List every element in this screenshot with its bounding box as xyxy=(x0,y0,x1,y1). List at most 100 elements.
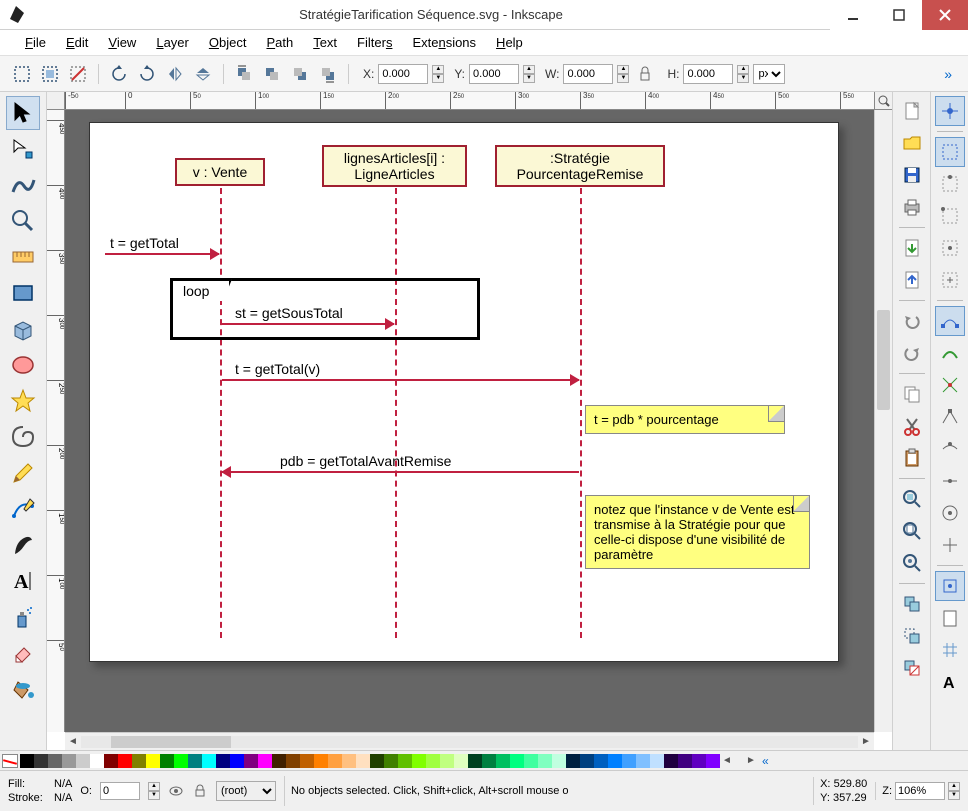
menu-filters[interactable]: Filters xyxy=(347,32,402,53)
spiral-tool[interactable] xyxy=(6,420,40,454)
color-swatch[interactable] xyxy=(426,754,440,768)
color-swatch[interactable] xyxy=(594,754,608,768)
color-swatch[interactable] xyxy=(160,754,174,768)
h-input[interactable] xyxy=(683,64,733,84)
flip-h-icon[interactable] xyxy=(163,62,187,86)
color-swatch[interactable] xyxy=(76,754,90,768)
bezier-tool[interactable] xyxy=(6,492,40,526)
color-swatch[interactable] xyxy=(538,754,552,768)
color-swatch[interactable] xyxy=(398,754,412,768)
color-swatch[interactable] xyxy=(328,754,342,768)
snap-cusp-icon[interactable] xyxy=(935,402,965,432)
snap-midpoint-icon[interactable] xyxy=(935,466,965,496)
clone-icon[interactable] xyxy=(897,621,927,651)
color-swatch[interactable] xyxy=(132,754,146,768)
y-input[interactable] xyxy=(469,64,519,84)
copy-icon[interactable] xyxy=(897,379,927,409)
color-swatch[interactable] xyxy=(440,754,454,768)
menu-text[interactable]: Text xyxy=(303,32,347,53)
select-all-icon[interactable] xyxy=(38,62,62,86)
zoom-page-icon[interactable] xyxy=(897,516,927,546)
palette-right-arrow[interactable]: ► xyxy=(744,755,758,766)
color-swatch[interactable] xyxy=(244,754,258,768)
undo-icon[interactable] xyxy=(897,306,927,336)
color-swatch[interactable] xyxy=(468,754,482,768)
ellipse-tool[interactable] xyxy=(6,348,40,382)
color-swatch[interactable] xyxy=(216,754,230,768)
h-spinner[interactable]: ▲▼ xyxy=(737,65,749,83)
selector-tool[interactable] xyxy=(6,96,40,130)
menu-help[interactable]: Help xyxy=(486,32,533,53)
redo-icon[interactable] xyxy=(897,338,927,368)
color-swatch[interactable] xyxy=(272,754,286,768)
color-swatch[interactable] xyxy=(370,754,384,768)
unlink-clone-icon[interactable] xyxy=(897,653,927,683)
color-swatch[interactable] xyxy=(692,754,706,768)
palette-menu-icon[interactable]: « xyxy=(758,754,773,768)
measure-tool[interactable] xyxy=(6,240,40,274)
snap-smooth-icon[interactable] xyxy=(935,434,965,464)
color-swatch[interactable] xyxy=(118,754,132,768)
color-swatch[interactable] xyxy=(104,754,118,768)
minimize-button[interactable] xyxy=(830,0,876,30)
snap-bbox-icon[interactable] xyxy=(935,137,965,167)
node-tool[interactable] xyxy=(6,132,40,166)
color-swatch[interactable] xyxy=(678,754,692,768)
lock-aspect-icon[interactable] xyxy=(633,62,657,86)
save-doc-icon[interactable] xyxy=(897,160,927,190)
deselect-icon[interactable] xyxy=(66,62,90,86)
snap-enable-icon[interactable] xyxy=(935,96,965,126)
color-swatch[interactable] xyxy=(524,754,538,768)
color-swatch[interactable] xyxy=(202,754,216,768)
color-swatch[interactable] xyxy=(384,754,398,768)
spray-tool[interactable] xyxy=(6,600,40,634)
menu-edit[interactable]: Edit xyxy=(56,32,98,53)
menu-file[interactable]: File xyxy=(15,32,56,53)
color-swatch[interactable] xyxy=(34,754,48,768)
color-swatch[interactable] xyxy=(20,754,34,768)
color-swatch[interactable] xyxy=(174,754,188,768)
zoom-fit-icon[interactable] xyxy=(874,92,892,110)
duplicate-icon[interactable] xyxy=(897,589,927,619)
color-swatch[interactable] xyxy=(496,754,510,768)
export-icon[interactable] xyxy=(897,265,927,295)
menu-extensions[interactable]: Extensions xyxy=(402,32,486,53)
snap-guide-icon[interactable]: A xyxy=(935,667,965,697)
color-swatch[interactable] xyxy=(342,754,356,768)
open-doc-icon[interactable] xyxy=(897,128,927,158)
snap-bbox-corner-icon[interactable] xyxy=(935,201,965,231)
import-icon[interactable] xyxy=(897,233,927,263)
bucket-tool[interactable] xyxy=(6,672,40,706)
pencil-tool[interactable] xyxy=(6,456,40,490)
no-fill-swatch[interactable] xyxy=(2,754,18,768)
color-swatch[interactable] xyxy=(314,754,328,768)
zoom-spinner[interactable]: ▲▼ xyxy=(948,782,960,800)
text-tool[interactable]: A xyxy=(6,564,40,598)
snap-path-icon[interactable] xyxy=(935,338,965,368)
snap-intersect-icon[interactable] xyxy=(935,370,965,400)
color-swatch[interactable] xyxy=(300,754,314,768)
color-swatch[interactable] xyxy=(552,754,566,768)
lower-bottom-icon[interactable] xyxy=(316,62,340,86)
close-button[interactable] xyxy=(922,0,968,30)
color-swatch[interactable] xyxy=(580,754,594,768)
color-swatch[interactable] xyxy=(636,754,650,768)
opacity-input[interactable] xyxy=(100,782,140,800)
color-swatch[interactable] xyxy=(90,754,104,768)
palette-left-arrow[interactable]: ◄ xyxy=(720,755,734,766)
color-swatch[interactable] xyxy=(48,754,62,768)
zoom-tool[interactable] xyxy=(6,204,40,238)
layer-visible-icon[interactable] xyxy=(168,783,184,799)
layer-lock-icon[interactable] xyxy=(192,783,208,799)
unit-select[interactable]: px xyxy=(753,64,785,84)
snap-bbox-center-icon[interactable] xyxy=(935,265,965,295)
color-swatch[interactable] xyxy=(412,754,426,768)
rotate-ccw-icon[interactable] xyxy=(107,62,131,86)
tweak-tool[interactable] xyxy=(6,168,40,202)
w-spinner[interactable]: ▲▼ xyxy=(617,65,629,83)
snap-rotation-icon[interactable] xyxy=(935,530,965,560)
color-swatch[interactable] xyxy=(566,754,580,768)
print-icon[interactable] xyxy=(897,192,927,222)
color-swatch[interactable] xyxy=(510,754,524,768)
snap-center-icon[interactable] xyxy=(935,498,965,528)
